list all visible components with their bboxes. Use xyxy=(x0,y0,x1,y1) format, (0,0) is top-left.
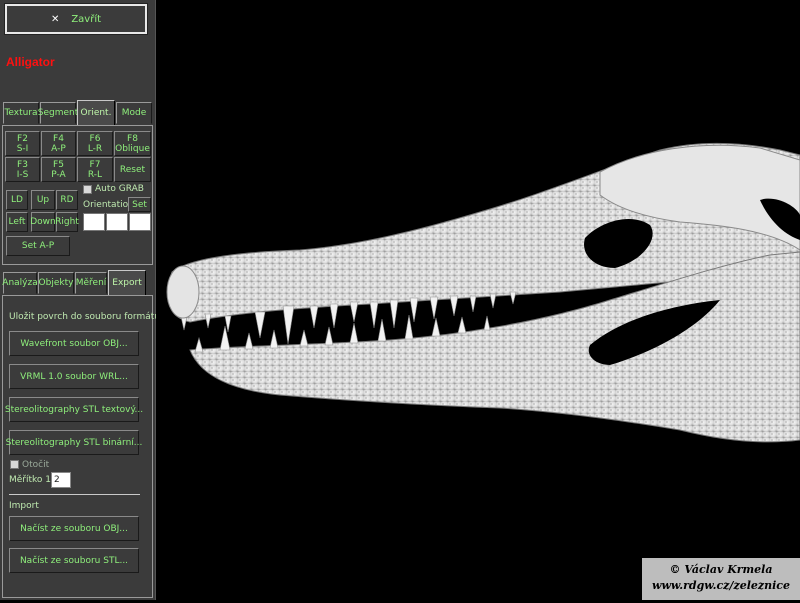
export-heading: Uložit povrch do souboru formátu: xyxy=(9,312,163,322)
key-label: F7 xyxy=(89,159,101,170)
view-r-l-button[interactable]: F7 R-L xyxy=(77,157,113,182)
copyright-watermark: © Václav Krmela www.rdgw.cz/zeleznice xyxy=(642,558,800,600)
view-i-s-button[interactable]: F3 I-S xyxy=(5,157,40,182)
control-panel: ✕ Zavřít Alligator Textura Segment Orien… xyxy=(0,0,163,600)
tab-segment[interactable]: Segment xyxy=(38,102,78,124)
model-title: Alligator xyxy=(6,55,55,69)
close-button[interactable]: ✕ Zavřít xyxy=(4,3,148,35)
export-obj-button[interactable]: Wavefront soubor OBJ... xyxy=(9,331,139,356)
orientation-set-button[interactable]: Set xyxy=(128,197,151,212)
3d-viewport[interactable] xyxy=(156,0,800,600)
move-up-button[interactable]: Up xyxy=(31,190,55,210)
reset-button[interactable]: Reset xyxy=(114,157,151,182)
view-label: R-L xyxy=(87,169,103,180)
copyright-url: www.rdgw.cz/zeleznice xyxy=(651,579,790,592)
export-wrl-button[interactable]: VRML 1.0 soubor WRL... xyxy=(9,364,139,389)
rotate-checkbox[interactable] xyxy=(10,460,19,469)
key-label: F8 xyxy=(127,133,138,144)
key-label: F2 xyxy=(17,133,28,144)
orientation-box-1[interactable] xyxy=(83,213,105,231)
tab-analyza[interactable]: Analýza xyxy=(2,272,38,294)
copyright-author: © Václav Krmela xyxy=(669,563,773,576)
move-rd-button[interactable]: RD xyxy=(56,190,78,210)
tab-orient[interactable]: Orient. xyxy=(77,100,115,126)
orientation-box-2[interactable] xyxy=(106,213,128,231)
close-label: Zavřít xyxy=(71,13,102,25)
import-heading: Import xyxy=(9,501,39,511)
export-stl-binary-button[interactable]: Stereolitography STL binární... xyxy=(6,430,142,455)
view-l-r-button[interactable]: F6 L-R xyxy=(77,131,113,156)
auto-grab-label: Auto GRAB xyxy=(95,184,144,194)
key-label: F5 xyxy=(53,159,64,170)
tab-mereni[interactable]: Měření xyxy=(75,272,107,294)
move-down-button[interactable]: Down xyxy=(30,212,56,232)
import-obj-button[interactable]: Načíst ze souboru OBJ... xyxy=(9,516,139,541)
tab-export[interactable]: Export xyxy=(108,270,146,296)
key-label: F6 xyxy=(89,133,101,144)
view-label: Oblique xyxy=(115,143,150,154)
scale-input[interactable]: 2 xyxy=(51,472,71,488)
orientation-box-3[interactable] xyxy=(129,213,151,231)
scale-label: Měřítko 1: xyxy=(9,475,55,485)
view-label: A-P xyxy=(51,143,66,154)
view-label: P-A xyxy=(51,169,66,180)
alligator-skull-render xyxy=(166,142,800,443)
import-stl-button[interactable]: Načíst ze souboru STL... xyxy=(9,548,139,573)
tab-textura[interactable]: Textura xyxy=(3,102,39,124)
view-label: L-R xyxy=(87,143,103,154)
move-ld-button[interactable]: LD xyxy=(6,190,28,210)
divider xyxy=(9,494,140,495)
view-label: S-I xyxy=(16,143,29,154)
auto-grab-checkbox[interactable] xyxy=(83,185,92,194)
view-a-p-button[interactable]: F4 A-P xyxy=(41,131,76,156)
tab-objekty[interactable]: Objekty xyxy=(38,272,74,294)
view-s-i-button[interactable]: F2 S-I xyxy=(5,131,40,156)
close-icon: ✕ xyxy=(50,13,60,25)
rotate-label: Otočit xyxy=(22,460,50,470)
key-label: F4 xyxy=(53,133,64,144)
tab-mode[interactable]: Mode xyxy=(116,102,152,124)
view-label: I-S xyxy=(16,169,29,180)
view-oblique-button[interactable]: F8 Oblique xyxy=(114,131,151,156)
export-stl-text-button[interactable]: Stereolitography STL textový... xyxy=(5,397,143,422)
move-left-button[interactable]: Left xyxy=(6,212,28,232)
set-a-p-button[interactable]: Set A-P xyxy=(6,236,70,256)
view-p-a-button[interactable]: F5 P-A xyxy=(41,157,76,182)
key-label: F3 xyxy=(17,159,28,170)
move-right-button[interactable]: Right xyxy=(55,212,79,232)
